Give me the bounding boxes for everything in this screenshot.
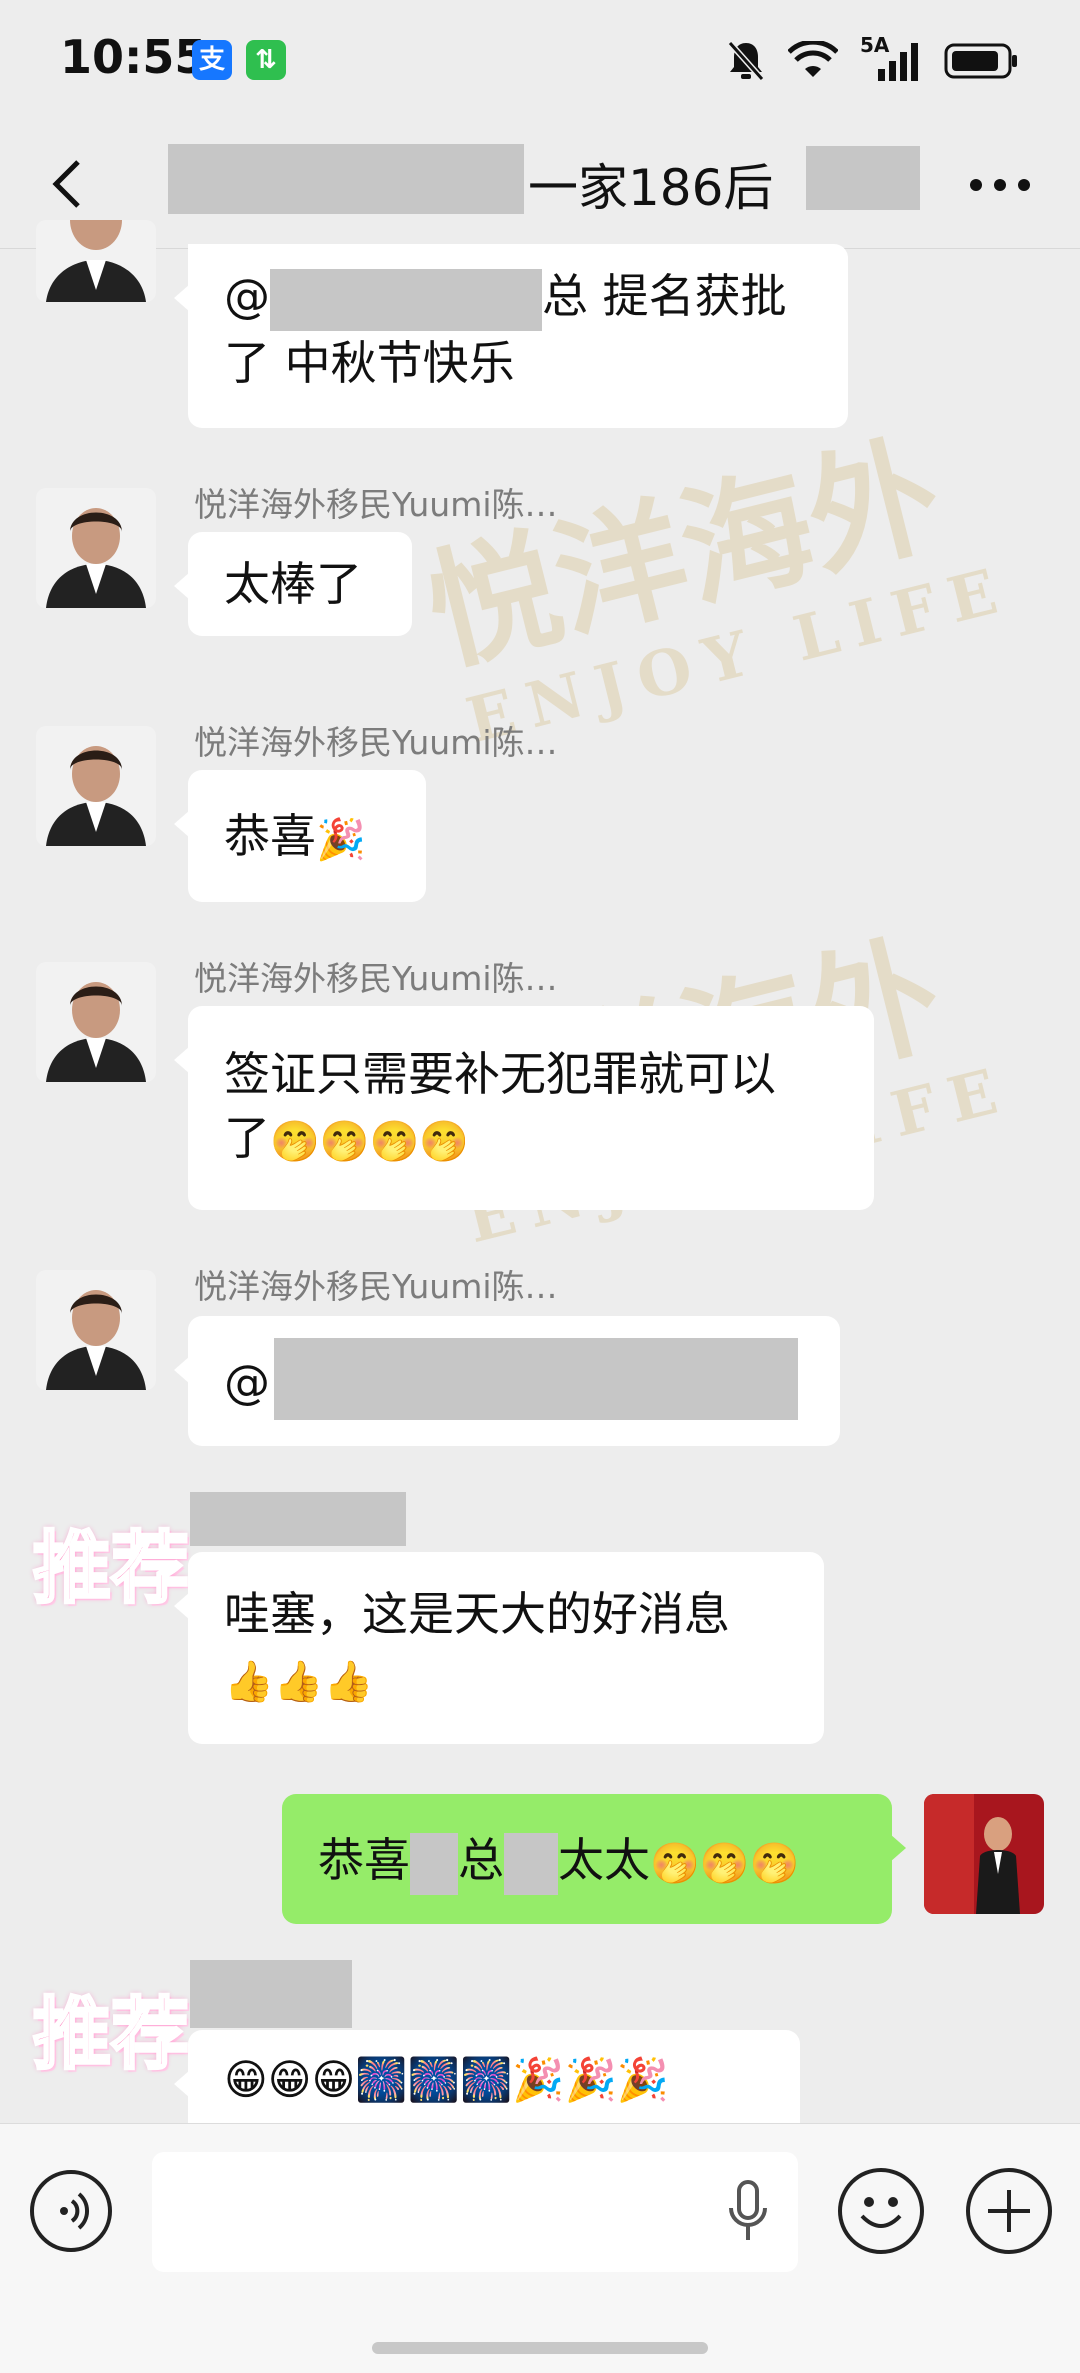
thumbs-up-emojis: 👍👍👍: [224, 1658, 374, 1705]
status-icons: 5A: [726, 33, 1020, 86]
message-bubble[interactable]: 😁😁😁🎆🎆🎆🎉🎉🎉: [174, 2030, 800, 2123]
message-text: 恭喜: [318, 1833, 410, 1887]
status-time: 10:55: [60, 30, 207, 84]
shy-face-emojis: 🤭🤭🤭: [650, 1840, 800, 1887]
status-bar: 10:55 支 ⇅ 5A: [0, 0, 1080, 120]
message-bubble[interactable]: 恭喜🎉: [174, 770, 426, 902]
my-avatar[interactable]: [924, 1794, 1044, 1914]
cellular-signal-icon: 5A: [860, 33, 922, 83]
celebration-emojis: 😁😁😁🎆🎆🎆🎉🎉🎉: [224, 2054, 670, 2104]
own-message-bubble[interactable]: 恭喜总太太🤭🤭🤭: [282, 1794, 906, 1924]
back-arrow-icon[interactable]: [40, 152, 100, 216]
message-bubble[interactable]: 签证只需要补无犯罪就可以 了🤭🤭🤭🤭: [174, 1006, 874, 1210]
chat-title: 一家186后（: [528, 159, 824, 217]
mute-bell-icon: [727, 41, 765, 81]
redacted-mention-name: [274, 1338, 798, 1420]
message-bubble[interactable]: 哇塞，这是天大的好消息 👍👍👍: [174, 1552, 824, 1744]
party-popper-emoji: 🎉: [316, 816, 366, 863]
redacted-title-block: [168, 144, 524, 214]
avatar[interactable]: [36, 962, 156, 1082]
alipay-icon: 支: [192, 40, 232, 80]
message-text: 签证只需要补无犯罪就可以: [224, 1047, 776, 1101]
avatar[interactable]: [36, 220, 156, 302]
message-text: 太太: [558, 1833, 650, 1887]
message-text-line2: 了 中秋节快乐: [224, 335, 515, 390]
voice-input-button[interactable]: [30, 2170, 112, 2252]
smiley-icon: [860, 2197, 902, 2228]
data-transfer-icon: ⇅: [246, 40, 286, 80]
redacted-name: [504, 1832, 558, 1895]
avatar[interactable]: [36, 488, 156, 608]
message-bubble[interactable]: 太棒了: [174, 532, 412, 636]
redacted-surname: [410, 1832, 458, 1895]
message-text: 恭喜: [224, 809, 316, 863]
network-label: 5A: [860, 33, 890, 57]
plus-icon: [988, 2190, 1030, 2232]
message-text: 哇塞，这是天大的好消息: [224, 1587, 730, 1641]
sender-name: 悦洋海外移民Yuumi陈…: [194, 1267, 558, 1306]
microphone-icon[interactable]: [726, 2180, 770, 2244]
message-bubble[interactable]: @ 总 提名获批 了 中秋节快乐: [174, 244, 848, 428]
redacted-sender-name: [190, 1960, 352, 2028]
input-bar: [0, 2123, 1080, 2373]
redacted-sender-name: [190, 1492, 406, 1546]
message-input[interactable]: [152, 2152, 798, 2272]
redacted-title-suffix: [806, 146, 920, 210]
avatar[interactable]: [36, 726, 156, 846]
message-text: 总 提名获批: [542, 269, 787, 323]
redacted-name: [270, 268, 542, 331]
more-functions-button[interactable]: [966, 2168, 1052, 2254]
voice-wave-icon: [60, 2192, 90, 2230]
sender-name: 悦洋海外移民Yuumi陈…: [194, 723, 558, 762]
message-text: 总: [458, 1833, 504, 1887]
home-indicator[interactable]: [372, 2342, 708, 2354]
avatar[interactable]: [36, 1270, 156, 1390]
chat-header: 一家186后（: [0, 120, 1080, 248]
sender-name: 悦洋海外移民Yuumi陈…: [194, 485, 558, 524]
wifi-icon: [788, 41, 838, 77]
more-options-button[interactable]: [970, 170, 1040, 200]
battery-icon: [944, 43, 1017, 79]
emoji-button[interactable]: [838, 2168, 924, 2254]
mention-at: @: [224, 1355, 270, 1409]
shy-face-emojis: 🤭🤭🤭🤭: [270, 1118, 470, 1165]
mention-at: @: [224, 269, 270, 323]
message-text-line2: 了: [224, 1111, 270, 1165]
message-text: 太棒了: [224, 557, 362, 611]
sender-name: 悦洋海外移民Yuumi陈…: [194, 959, 558, 998]
